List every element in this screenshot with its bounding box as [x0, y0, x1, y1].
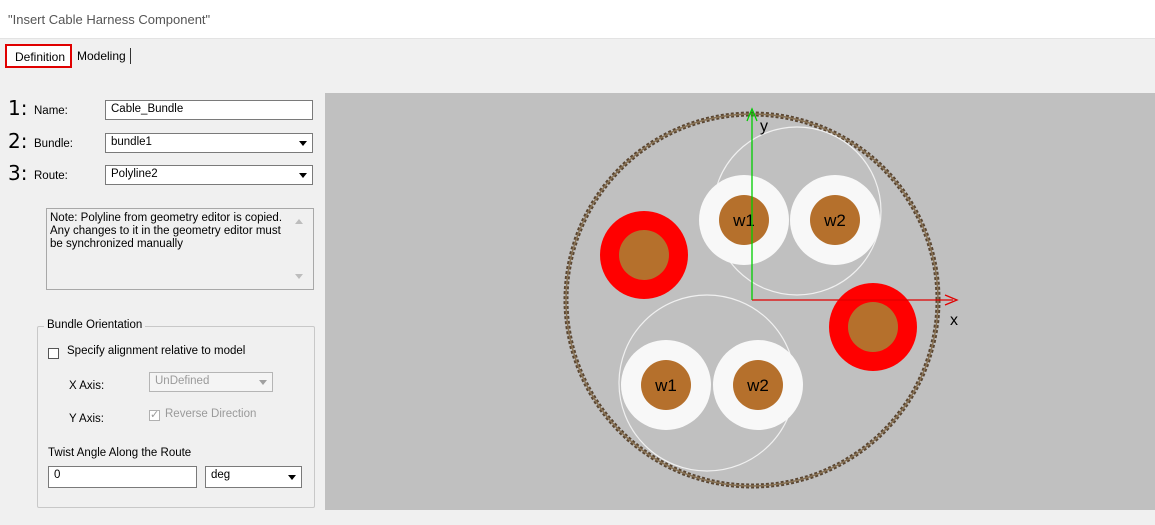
chevron-down-icon[interactable]: [295, 167, 311, 183]
step-number-3: 3:: [8, 161, 28, 185]
twist-unit-value: deg: [211, 469, 231, 481]
name-label: Name:: [34, 105, 68, 117]
y-axis-label: Y Axis:: [69, 413, 104, 425]
bundle-dropdown[interactable]: bundle1: [105, 133, 313, 153]
tab-modeling-label: Modeling: [77, 49, 126, 63]
route-note: Note: Polyline from geometry editor is c…: [46, 208, 314, 290]
twist-angle-label: Twist Angle Along the Route: [48, 447, 192, 459]
reverse-direction-label: Reverse Direction: [165, 408, 257, 420]
bundle-orientation-group: Bundle Orientation Specify alignment rel…: [37, 319, 315, 508]
route-dropdown[interactable]: Polyline2: [105, 165, 313, 185]
title-bar: "Insert Cable Harness Component": [0, 0, 1155, 39]
y-axis-label-text: y: [760, 118, 768, 135]
wire-label-w2-top: w2: [823, 211, 846, 230]
bundle-cross-section-view[interactable]: w1 w2 w1 w2 x y: [325, 93, 1155, 510]
step-number-2: 2:: [8, 129, 28, 153]
wire-label-w2-bottom: w2: [746, 376, 769, 395]
x-axis-dropdown[interactable]: UnDefined: [149, 372, 273, 392]
specify-alignment-label: Specify alignment relative to model: [67, 345, 246, 357]
chevron-down-icon[interactable]: [295, 135, 311, 151]
tab-definition[interactable]: Definition: [5, 44, 72, 68]
tab-definition-label: Definition: [15, 50, 66, 64]
step-number-1: 1:: [8, 96, 28, 120]
chevron-down-icon[interactable]: [284, 469, 300, 485]
chevron-down-icon[interactable]: [255, 374, 271, 390]
scroll-down-icon[interactable]: [295, 274, 303, 279]
definition-panel: 1: Name: Cable_Bundle 2: Bundle: bundle1…: [0, 90, 322, 510]
red-wire-left-core: [619, 230, 669, 280]
bundle-value: bundle1: [111, 136, 152, 148]
route-label: Route:: [34, 170, 68, 182]
x-axis-label: X Axis:: [69, 380, 105, 392]
twist-angle-input[interactable]: 0: [48, 466, 197, 488]
cross-section-diagram: w1 w2 w1 w2 x y: [563, 107, 959, 489]
route-value: Polyline2: [111, 168, 158, 180]
reverse-direction-checkbox[interactable]: ✓: [149, 409, 160, 421]
name-input[interactable]: Cable_Bundle: [105, 100, 313, 120]
scroll-up-icon[interactable]: [295, 219, 303, 224]
window-title: "Insert Cable Harness Component": [8, 12, 211, 27]
twist-unit-dropdown[interactable]: deg: [205, 466, 302, 488]
tab-modeling[interactable]: Modeling: [77, 48, 131, 64]
wire-label-w1-bottom: w1: [654, 376, 677, 395]
x-axis-value: UnDefined: [155, 375, 210, 387]
specify-alignment-checkbox[interactable]: [48, 348, 59, 359]
x-axis-label-text: x: [950, 312, 958, 329]
bundle-orientation-title: Bundle Orientation: [44, 319, 146, 331]
route-note-text: Note: Polyline from geometry editor is c…: [50, 212, 283, 250]
bundle-label: Bundle:: [34, 138, 74, 150]
red-wire-right-core: [848, 302, 898, 352]
